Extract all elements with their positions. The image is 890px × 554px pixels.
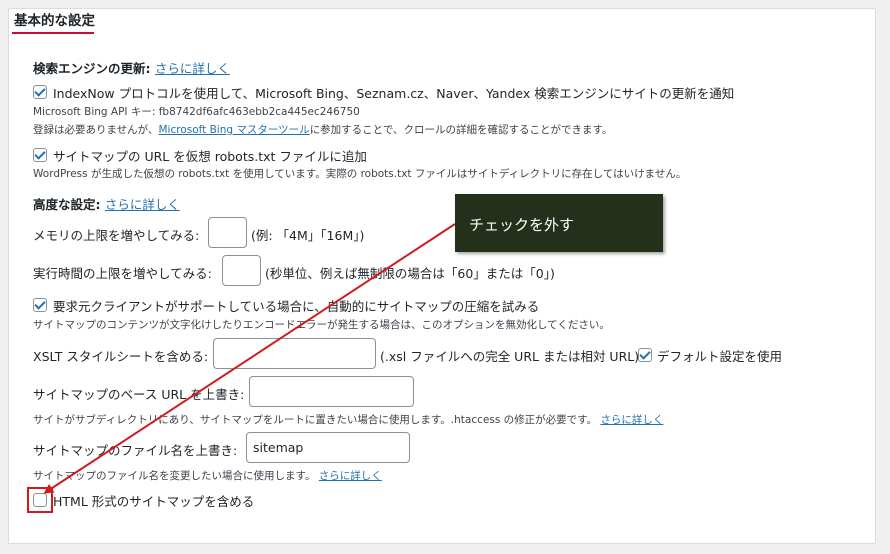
annotation-tooltip-text: チェックを外す xyxy=(469,216,575,234)
annotation-arrow xyxy=(43,223,456,494)
annotation-tooltip: チェックを外す xyxy=(455,194,663,252)
